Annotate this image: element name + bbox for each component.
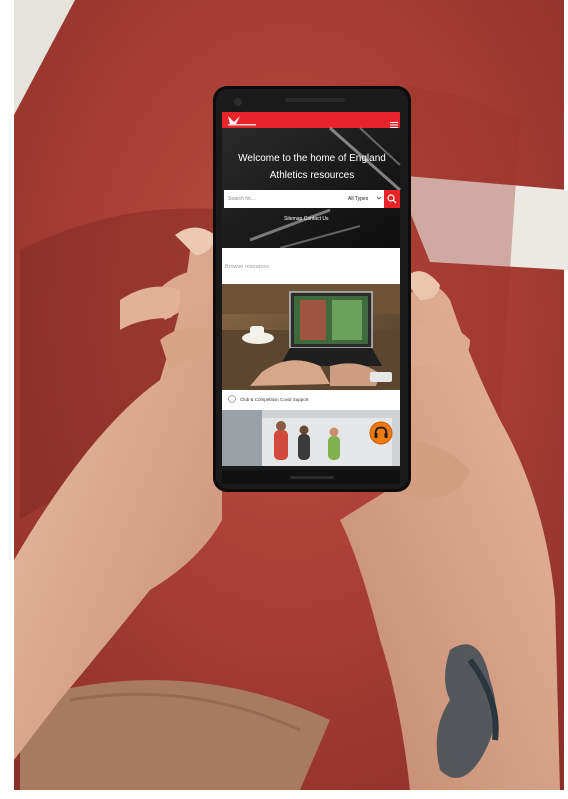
section-title: Browse resources xyxy=(225,264,270,270)
headset-icon xyxy=(369,421,393,445)
card-title-link[interactable]: Club & Competition Covid Support xyxy=(240,397,309,402)
hamburger-menu-icon[interactable] xyxy=(390,116,398,128)
search-input[interactable]: Search for... xyxy=(228,196,255,202)
chat-button[interactable] xyxy=(369,421,393,445)
hero-title: Welcome to the home of England Athletics… xyxy=(238,153,386,181)
type-filter-select[interactable]: All Types xyxy=(348,196,368,202)
phone-screen: Welcome to the home of England Athletics… xyxy=(0,0,568,794)
header-links[interactable]: Sitemap Contact Us xyxy=(284,216,328,222)
search-button[interactable] xyxy=(384,190,400,208)
